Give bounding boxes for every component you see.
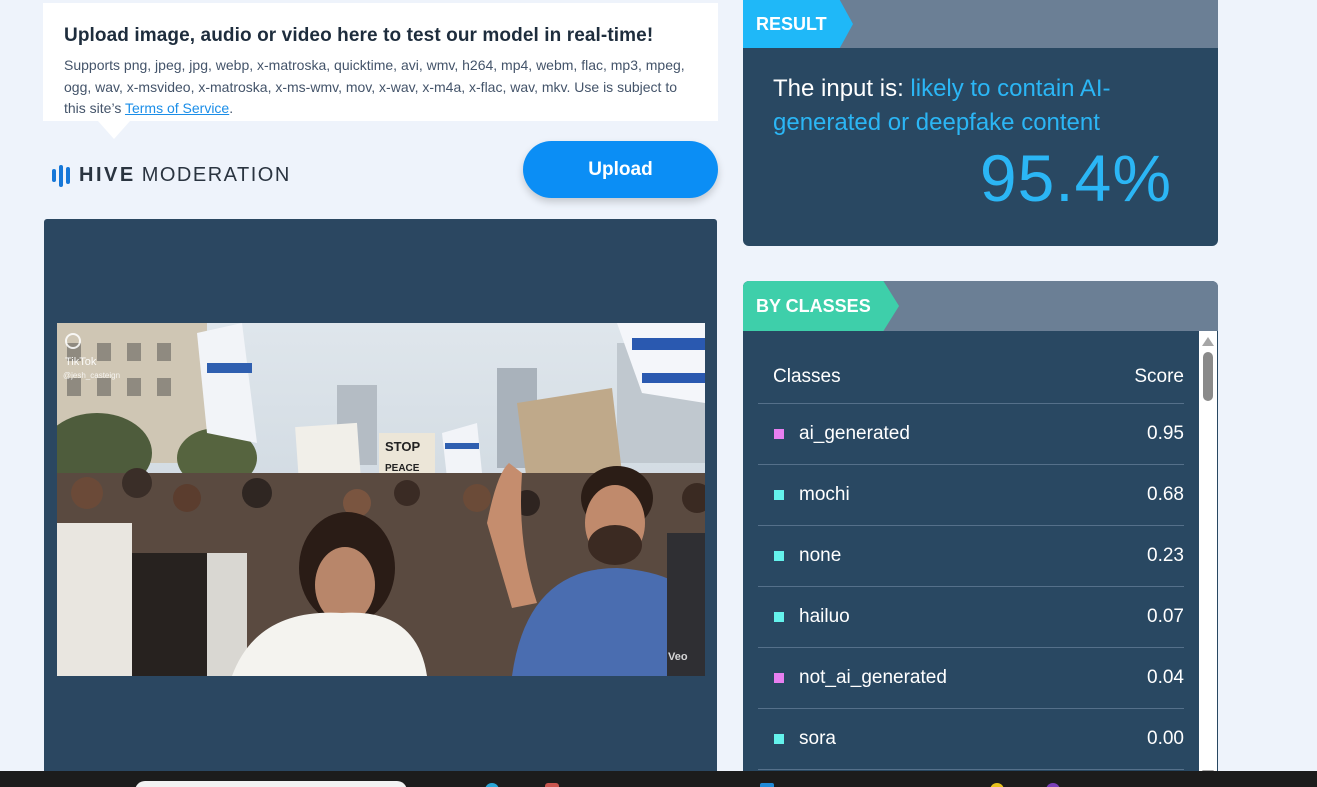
class-color-swatch — [774, 734, 784, 744]
result-panel-header: RESULT — [743, 0, 1218, 48]
class-row: mochi 0.68 — [758, 465, 1184, 526]
tiktok-username-watermark: @jesh_casteign — [63, 371, 120, 380]
class-row: hailuo 0.07 — [758, 587, 1184, 648]
uploaded-video-preview[interactable]: STOP PEACE TikTok @jesh_casteign Veo — [57, 323, 705, 676]
terms-suffix: . — [229, 100, 234, 116]
classes-scrollbar[interactable] — [1199, 331, 1217, 781]
result-percentage: 95.4% — [979, 141, 1172, 215]
column-header-score: Score — [1134, 366, 1184, 387]
logo-product: MODERATION — [141, 164, 291, 186]
tiktok-watermark: TikTok — [65, 356, 97, 368]
taskbar-search-box[interactable] — [135, 781, 407, 787]
taskbar-app-icon[interactable] — [485, 783, 499, 787]
by-classes-panel: BY CLASSES Classes Score ai_generated 0.9… — [743, 281, 1218, 781]
column-header-classes: Classes — [773, 366, 841, 387]
logo-text: HIVE MODERATION — [79, 164, 291, 187]
classes-table: Classes Score ai_generated 0.95 mochi 0.68 n… — [758, 351, 1184, 770]
class-score: 0.68 — [1147, 484, 1184, 505]
class-score: 0.23 — [1147, 545, 1184, 566]
class-name: not_ai_generated — [799, 667, 947, 688]
class-score: 0.00 — [1147, 728, 1184, 749]
taskbar-app-icon[interactable] — [1046, 783, 1060, 787]
hive-moderation-logo: HIVE MODERATION — [52, 164, 291, 187]
classes-table-header: Classes Score — [758, 351, 1184, 404]
taskbar-app-icon[interactable] — [760, 783, 774, 787]
class-score: 0.04 — [1147, 667, 1184, 688]
class-name: ai_generated — [799, 423, 910, 444]
taskbar-app-icon[interactable] — [545, 783, 559, 787]
sign-stop-text: STOP — [385, 439, 420, 454]
class-name: sora — [799, 728, 836, 749]
class-color-swatch — [774, 673, 784, 683]
taskbar-app-icon[interactable] — [990, 783, 1004, 787]
class-name: none — [799, 545, 842, 566]
class-row: none 0.23 — [758, 526, 1184, 587]
result-statement: The input is: likely to contain AI-gener… — [773, 72, 1173, 140]
class-color-swatch — [774, 612, 784, 622]
classes-panel-header: BY CLASSES — [743, 281, 1218, 331]
class-color-swatch — [774, 551, 784, 561]
class-score: 0.07 — [1147, 606, 1184, 627]
hive-logo-icon — [52, 164, 70, 187]
result-panel: RESULT The input is: likely to contain A… — [743, 0, 1218, 246]
class-name: hailuo — [799, 606, 850, 627]
upload-info-title: Upload image, audio or video here to tes… — [64, 25, 654, 46]
scroll-up-arrow-icon[interactable] — [1202, 337, 1214, 346]
protest-scene-image: STOP PEACE TikTok @jesh_casteign Veo — [57, 323, 705, 676]
class-row: sora 0.00 — [758, 709, 1184, 770]
tooltip-pointer — [98, 121, 130, 139]
class-score: 0.95 — [1147, 423, 1184, 444]
media-preview-panel: STOP PEACE TikTok @jesh_casteign Veo — [44, 219, 717, 779]
result-prefix: The input is: — [773, 75, 911, 102]
class-color-swatch — [774, 429, 784, 439]
veo-watermark: Veo — [668, 651, 688, 663]
logo-brand: HIVE — [79, 164, 136, 186]
upload-button[interactable]: Upload — [523, 141, 718, 198]
class-row: not_ai_generated 0.04 — [758, 648, 1184, 709]
os-taskbar — [0, 771, 1317, 787]
result-tag: RESULT — [743, 0, 853, 48]
upload-info-card: Upload image, audio or video here to tes… — [43, 3, 718, 139]
sign-peace-text: PEACE — [385, 463, 420, 474]
by-classes-tag: BY CLASSES — [743, 281, 899, 331]
class-color-swatch — [774, 490, 784, 500]
upload-info-description: Supports png, jpeg, jpg, webp, x-matrosk… — [64, 55, 697, 120]
class-row: ai_generated 0.95 — [758, 404, 1184, 465]
scrollbar-thumb[interactable] — [1203, 352, 1213, 401]
class-name: mochi — [799, 484, 850, 505]
terms-of-service-link[interactable]: Terms of Service — [125, 100, 229, 116]
